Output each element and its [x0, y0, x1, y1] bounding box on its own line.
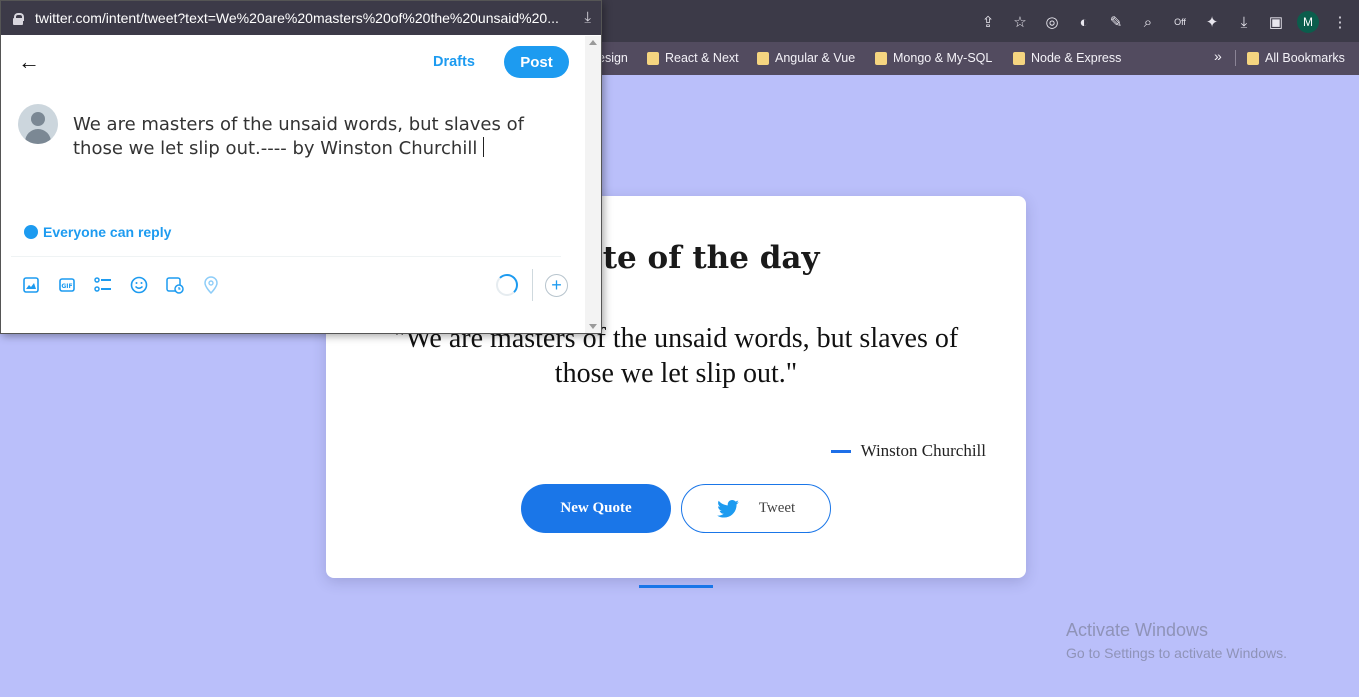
svg-text:GIF: GIF — [61, 283, 72, 290]
bookmark-star-icon[interactable]: ☆ — [1009, 11, 1031, 33]
extension-search-icon[interactable]: ⌕ — [1137, 11, 1159, 33]
tweet-text-line-1: We are masters of the unsaid words, but … — [73, 114, 524, 135]
bookmark-label: Node & Express — [1031, 51, 1122, 65]
quote-line-2: those we let slip out." — [554, 358, 798, 389]
post-button[interactable]: Post — [504, 46, 569, 78]
lock-icon — [13, 12, 24, 25]
install-app-icon[interactable]: ⤓ — [584, 9, 591, 26]
tweet-button[interactable]: Tweet — [681, 484, 831, 533]
menu-kebab-icon[interactable]: ⋮ — [1329, 11, 1351, 33]
watermark-line-1: Activate Windows — [1066, 620, 1209, 640]
folder-icon — [1013, 51, 1025, 65]
author-name: Winston Churchill — [860, 441, 986, 460]
bookmark-folder-react[interactable]: React & Next — [647, 50, 739, 66]
bookmark-folder-node[interactable]: Node & Express — [1013, 50, 1121, 66]
quote-author: Winston Churchill — [830, 441, 986, 461]
author-dash — [830, 449, 851, 453]
new-quote-button[interactable]: New Quote — [521, 484, 671, 533]
share-icon[interactable]: ⇪ — [977, 11, 999, 33]
watermark-line-2: Go to Settings to activate Windows. — [1066, 645, 1287, 661]
bookmark-item[interactable]: esign — [598, 50, 628, 66]
scroll-down-arrow[interactable] — [589, 324, 597, 329]
poll-icon[interactable] — [93, 275, 113, 295]
gif-icon[interactable]: GIF — [57, 275, 77, 295]
windows-activation-watermark: Activate Windows Go to Settings to activ… — [1066, 620, 1287, 661]
decorative-underline — [639, 585, 713, 588]
image-icon[interactable] — [21, 275, 41, 295]
tweet-compose-input[interactable]: We are masters of the unsaid words, but … — [73, 113, 573, 161]
add-tweet-button[interactable]: + — [545, 274, 568, 297]
profile-avatar[interactable]: M — [1297, 11, 1319, 33]
folder-icon — [647, 51, 659, 65]
popup-url: twitter.com/intent/tweet?text=We%20are%2… — [35, 10, 559, 26]
all-bookmarks-label: All Bookmarks — [1265, 51, 1345, 65]
bookmark-label: Angular & Vue — [775, 51, 856, 65]
twitter-bird-icon — [716, 499, 739, 518]
popup-scrollbar[interactable] — [585, 36, 601, 333]
popup-address-bar: twitter.com/intent/tweet?text=We%20are%2… — [1, 1, 601, 35]
back-arrow-icon[interactable]: ← — [18, 49, 40, 75]
globe-icon — [24, 225, 38, 239]
bookmark-label: React & Next — [665, 51, 739, 65]
extensions-bar: ⇪ ☆ ◎ ◐ ✎ ⌕ Off ✦ ⤓ ▣ M ⋮ — [977, 9, 1351, 35]
bookmark-label: esign — [598, 51, 628, 65]
reply-setting-label: Everyone can reply — [43, 224, 172, 240]
location-icon[interactable] — [201, 275, 221, 295]
folder-icon — [757, 51, 769, 65]
schedule-icon[interactable] — [165, 275, 185, 295]
sidepanel-icon[interactable]: ▣ — [1265, 11, 1287, 33]
toolbar-divider — [532, 269, 533, 301]
tweet-text-line-2: those we let slip out.---- by Winston Ch… — [73, 137, 573, 161]
compose-divider — [11, 256, 561, 257]
compose-toolbar: GIF — [21, 275, 221, 295]
all-bookmarks-button[interactable]: All Bookmarks — [1247, 50, 1345, 66]
tweet-popup-window: twitter.com/intent/tweet?text=We%20are%2… — [0, 0, 602, 334]
reply-setting-button[interactable]: Everyone can reply — [24, 224, 171, 240]
drafts-button[interactable]: Drafts — [433, 54, 475, 70]
scroll-up-arrow[interactable] — [589, 40, 597, 45]
user-avatar[interactable] — [18, 104, 58, 144]
extension-gradient-icon[interactable]: ◐ — [1073, 11, 1095, 33]
character-count-ring — [496, 274, 518, 296]
bookmarks-overflow-button[interactable]: » — [1214, 48, 1222, 64]
extension-target-icon[interactable]: ◎ — [1041, 11, 1063, 33]
bookmark-folder-angular[interactable]: Angular & Vue — [757, 50, 855, 66]
folder-icon — [1247, 51, 1259, 65]
puzzle-icon[interactable]: ✦ — [1201, 11, 1223, 33]
extension-off-icon[interactable]: Off — [1169, 11, 1191, 33]
bookmarks-divider — [1235, 50, 1236, 66]
tweet-button-label: Tweet — [758, 500, 796, 516]
bookmark-folder-mongo[interactable]: Mongo & My-SQL — [875, 50, 992, 66]
download-icon[interactable]: ⤓ — [1233, 11, 1255, 33]
bookmark-label: Mongo & My-SQL — [893, 51, 993, 65]
folder-icon — [875, 51, 887, 65]
emoji-icon[interactable] — [129, 275, 149, 295]
color-picker-icon[interactable]: ✎ — [1105, 11, 1127, 33]
